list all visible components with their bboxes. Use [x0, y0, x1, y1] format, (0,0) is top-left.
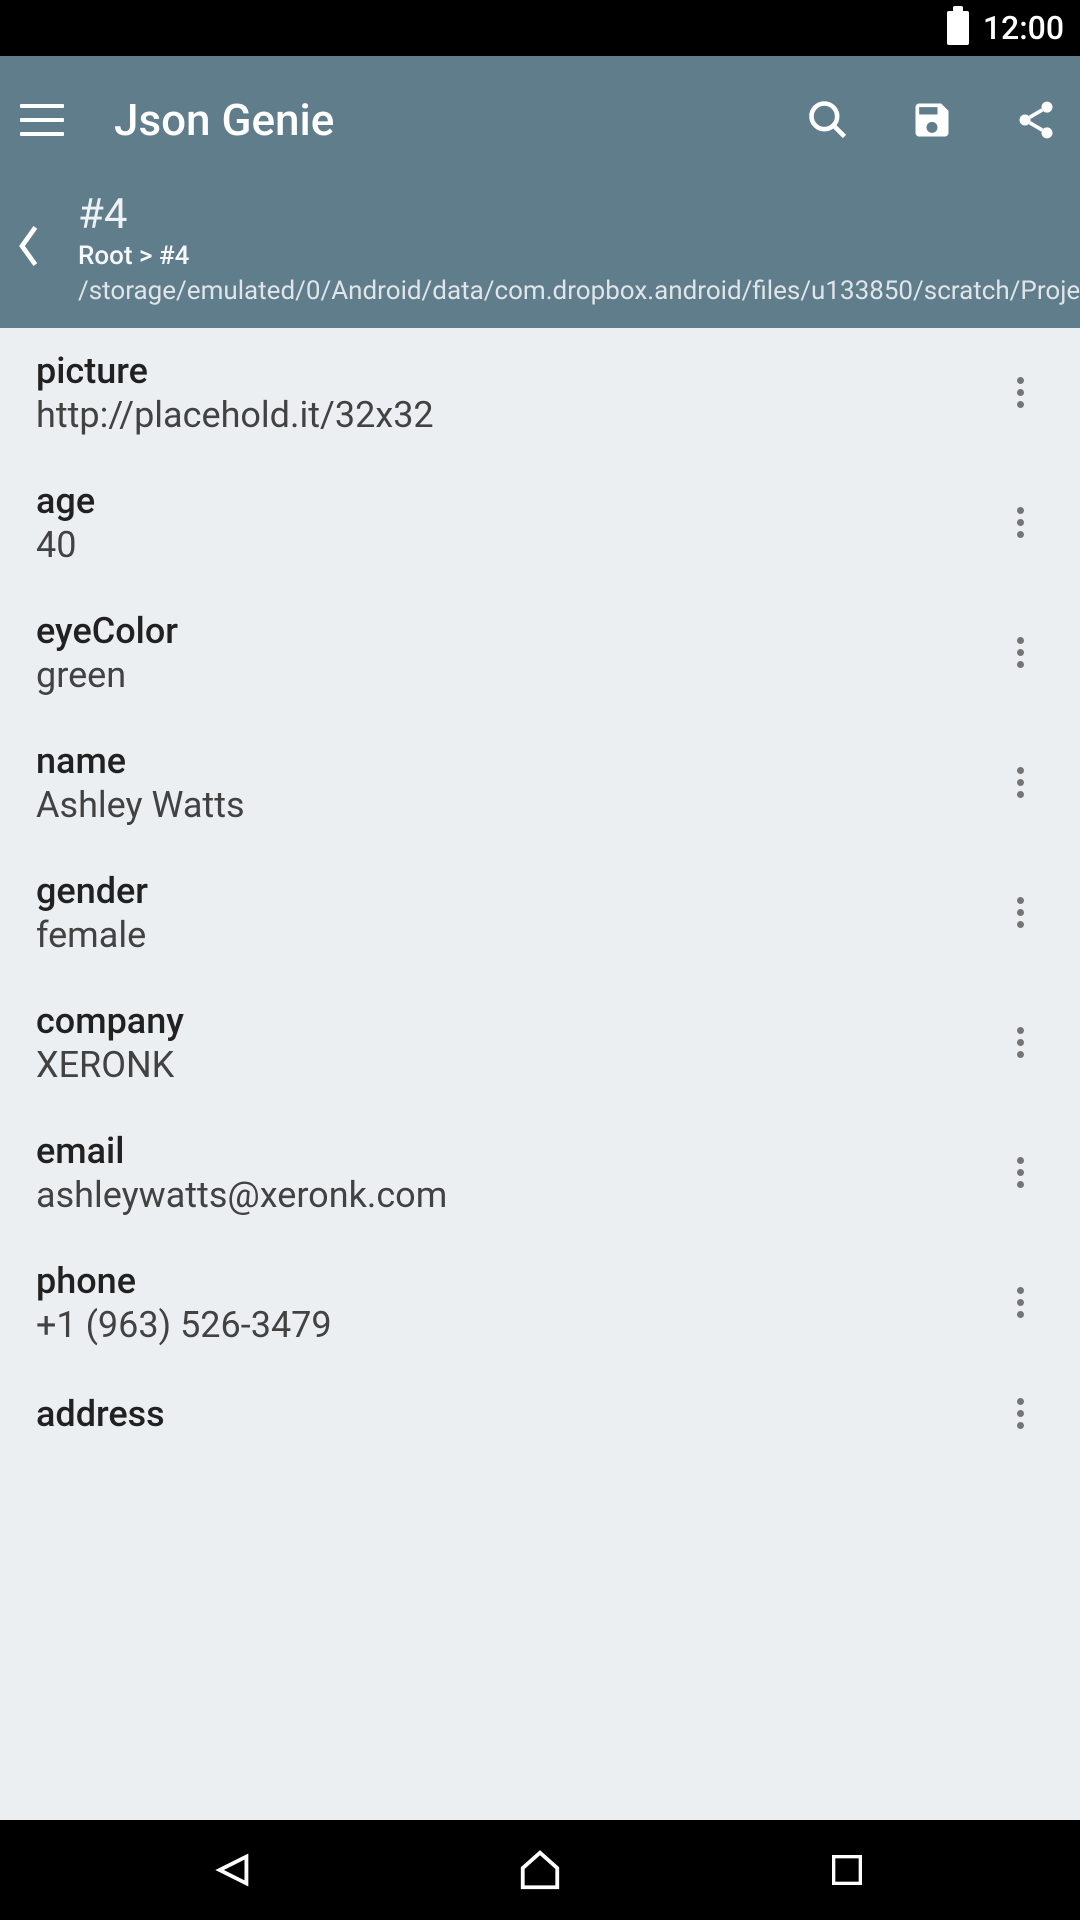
- json-item[interactable]: nameAshley Watts: [0, 718, 1080, 848]
- more-icon[interactable]: [996, 629, 1044, 677]
- json-value: Ashley Watts: [36, 784, 996, 826]
- json-item-content: genderfemale: [36, 870, 996, 956]
- share-icon[interactable]: [1012, 96, 1060, 144]
- app-title: Json Genie: [114, 94, 804, 146]
- battery-icon: [947, 11, 969, 45]
- nav-back-button[interactable]: [203, 1840, 263, 1900]
- more-icon[interactable]: [996, 1279, 1044, 1327]
- more-icon[interactable]: [996, 1149, 1044, 1197]
- json-list: picturehttp://placehold.it/32x32 age40 eye…: [0, 328, 1080, 1460]
- search-icon[interactable]: [804, 96, 852, 144]
- json-item[interactable]: emailashleywatts@xeronk.com: [0, 1108, 1080, 1238]
- json-item-content: eyeColorgreen: [36, 610, 996, 696]
- json-value: http://placehold.it/32x32: [36, 394, 996, 436]
- content-area: picturehttp://placehold.it/32x32 age40 eye…: [0, 328, 1080, 1825]
- json-key: name: [36, 740, 996, 782]
- json-key: eyeColor: [36, 610, 996, 652]
- nav-recent-button[interactable]: [817, 1840, 877, 1900]
- json-key: gender: [36, 870, 996, 912]
- json-value: ashleywatts@xeronk.com: [36, 1174, 996, 1216]
- more-icon[interactable]: [996, 889, 1044, 937]
- json-item-content: companyXERONK: [36, 1000, 996, 1086]
- json-key: address: [36, 1393, 996, 1435]
- json-value: XERONK: [36, 1044, 996, 1086]
- json-item-content: nameAshley Watts: [36, 740, 996, 826]
- more-icon[interactable]: [996, 1390, 1044, 1438]
- sub-header: #4 object Root > #4 /storage/emulated/0/…: [0, 184, 1080, 328]
- nav-home-button[interactable]: [510, 1840, 570, 1900]
- more-icon[interactable]: [996, 499, 1044, 547]
- json-key: age: [36, 480, 996, 522]
- json-key: picture: [36, 350, 996, 392]
- app-bar: Json Genie: [0, 56, 1080, 328]
- item-index: #4: [78, 190, 127, 239]
- json-item[interactable]: age40: [0, 458, 1080, 588]
- back-button[interactable]: [14, 190, 64, 274]
- json-item[interactable]: address: [0, 1368, 1080, 1460]
- breadcrumb: Root > #4: [78, 241, 1080, 271]
- json-item[interactable]: eyeColorgreen: [0, 588, 1080, 718]
- json-value: green: [36, 654, 996, 696]
- navigation-bar: [0, 1820, 1080, 1920]
- status-bar: 12:00: [0, 0, 1080, 56]
- json-item[interactable]: picturehttp://placehold.it/32x32: [0, 328, 1080, 458]
- json-item-content: picturehttp://placehold.it/32x32: [36, 350, 996, 436]
- file-path: /storage/emulated/0/Android/data/com.dro…: [78, 275, 1080, 308]
- json-key: company: [36, 1000, 996, 1042]
- json-item-content: emailashleywatts@xeronk.com: [36, 1130, 996, 1216]
- json-key: phone: [36, 1260, 996, 1302]
- status-time: 12:00: [983, 9, 1064, 47]
- more-icon[interactable]: [996, 1019, 1044, 1067]
- json-item-content: address: [36, 1393, 996, 1435]
- json-item-content: phone+1 (963) 526-3479: [36, 1260, 996, 1346]
- json-item[interactable]: companyXERONK: [0, 978, 1080, 1108]
- save-icon[interactable]: [908, 96, 956, 144]
- json-value: 40: [36, 524, 996, 566]
- json-item-content: age40: [36, 480, 996, 566]
- json-item[interactable]: phone+1 (963) 526-3479: [0, 1238, 1080, 1368]
- more-icon[interactable]: [996, 369, 1044, 417]
- json-key: email: [36, 1130, 996, 1172]
- json-item[interactable]: genderfemale: [0, 848, 1080, 978]
- json-value: female: [36, 914, 996, 956]
- more-icon[interactable]: [996, 759, 1044, 807]
- menu-icon[interactable]: [20, 104, 64, 136]
- json-value: +1 (963) 526-3479: [36, 1304, 996, 1346]
